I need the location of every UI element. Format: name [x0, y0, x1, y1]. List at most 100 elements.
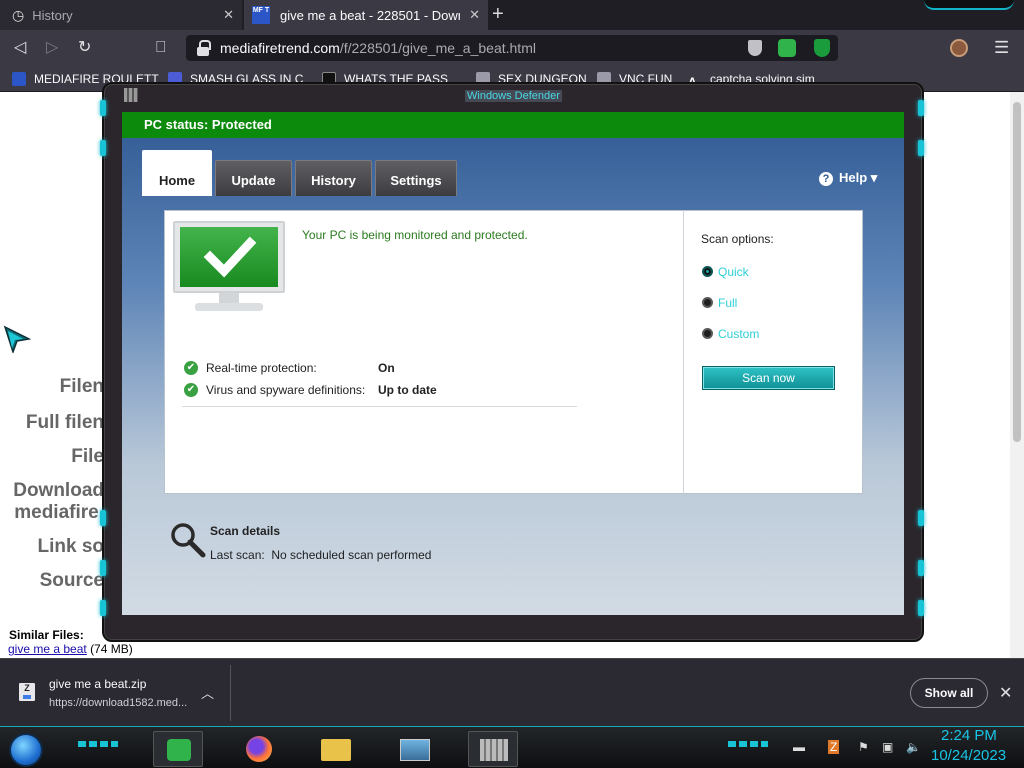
- help-icon: ?: [819, 172, 833, 186]
- tray-app-icon[interactable]: Z: [828, 740, 840, 754]
- tab-active[interactable]: MF T give me a beat - 228501 - Download …: [244, 0, 488, 30]
- tray-network-icon[interactable]: ▬: [793, 740, 805, 754]
- last-scan-value: No scheduled scan performed: [271, 548, 432, 562]
- green-extension-icon[interactable]: [778, 39, 796, 57]
- last-scan: Last scan: No scheduled scan performed: [210, 548, 432, 562]
- scan-options-title: Scan options:: [701, 232, 774, 246]
- tab-home[interactable]: Home: [142, 150, 212, 196]
- taskbar-explorer-icon[interactable]: [312, 731, 362, 767]
- page-label: Link so: [37, 536, 104, 557]
- frame-decoration: [918, 100, 924, 116]
- status-panel: Your PC is being monitored and protected…: [164, 210, 684, 494]
- tab-history[interactable]: History: [295, 160, 372, 196]
- privacy-extension-icon[interactable]: [748, 40, 762, 56]
- scan-now-button[interactable]: Scan now: [702, 366, 835, 390]
- tab-settings[interactable]: Settings: [375, 160, 457, 196]
- tab-history[interactable]: ◷ History ✕: [0, 0, 242, 30]
- url-text: mediafiretrend.com/f/228501/give_me_a_be…: [220, 40, 536, 56]
- radio-icon: [702, 266, 713, 277]
- definitions-value: Up to date: [378, 383, 437, 397]
- scan-details-title: Scan details: [210, 524, 281, 538]
- nav-bar: ◁ ▷ ↻ ⎕ mediafiretrend.com/f/228501/give…: [0, 30, 1024, 66]
- page-label: Source: [39, 570, 104, 591]
- chevron-up-icon[interactable]: ︿: [201, 683, 214, 702]
- checkmark-icon: [203, 236, 257, 278]
- close-tab-icon[interactable]: ✕: [223, 7, 234, 23]
- scan-option-quick[interactable]: Quick: [702, 265, 749, 279]
- radio-icon: [702, 297, 713, 308]
- scrollbar-thumb[interactable]: [1013, 102, 1021, 442]
- page-label: Download: [13, 480, 104, 501]
- tray-monitor-icon[interactable]: ▣: [882, 740, 893, 754]
- similar-files-title: Similar Files:: [9, 628, 84, 642]
- frame-decoration: [918, 140, 924, 156]
- new-tab-button[interactable]: +: [492, 4, 504, 24]
- tray-volume-icon[interactable]: 🔈: [906, 740, 921, 754]
- close-tab-icon[interactable]: ✕: [469, 7, 480, 23]
- defender-client-area: PC status: Protected Home Update History…: [122, 112, 904, 615]
- taskbar-decoration: [78, 741, 118, 747]
- frame-decoration: [100, 510, 106, 526]
- page-label: Filen: [59, 376, 104, 397]
- frame-decoration: [918, 510, 924, 526]
- address-bar[interactable]: mediafiretrend.com/f/228501/give_me_a_be…: [186, 35, 838, 61]
- bookmark-icon[interactable]: ⎕: [156, 39, 166, 57]
- taskbar-photos-icon[interactable]: [390, 731, 440, 767]
- similar-file-link[interactable]: give me a beat: [8, 642, 87, 656]
- scan-option-custom[interactable]: Custom: [702, 327, 759, 341]
- taskbar-defender-icon[interactable]: [468, 731, 518, 767]
- frame-decoration: [100, 560, 106, 576]
- tab-label: give me a beat - 228501 - Download: [280, 7, 460, 23]
- frame-decoration: [918, 560, 924, 576]
- start-button[interactable]: [9, 733, 43, 767]
- similar-file-item: give me a beat (74 MB): [8, 642, 133, 656]
- status-message: Your PC is being monitored and protected…: [302, 228, 528, 242]
- taskbar: ▬ Z ⚑ ▣ 🔈: [0, 726, 1024, 768]
- taskbar-firefox-icon[interactable]: [235, 731, 285, 767]
- mediafire-favicon: MF T: [252, 6, 270, 24]
- show-all-button[interactable]: Show all: [910, 678, 988, 708]
- scan-option-full[interactable]: Full: [702, 296, 737, 310]
- tab-update[interactable]: Update: [215, 160, 292, 196]
- check-circle-icon: ✔: [184, 383, 198, 397]
- menu-icon[interactable]: ☰: [994, 38, 1009, 58]
- cursor-icon: [3, 325, 31, 353]
- mediafire-icon: [12, 72, 26, 86]
- forward-icon[interactable]: ▷: [46, 39, 58, 57]
- taskbar-spotify-icon[interactable]: [153, 731, 203, 767]
- download-filename[interactable]: give me a beat.zip: [49, 677, 146, 691]
- magnifier-icon: [171, 523, 206, 558]
- zip-file-icon: Z: [19, 683, 35, 701]
- protected-monitor-icon: [173, 221, 285, 333]
- download-bar: Z give me a beat.zip https://download158…: [0, 658, 1024, 726]
- scan-options-panel: Scan options: Quick Full Custom Scan now: [683, 210, 863, 494]
- divider: [230, 665, 231, 721]
- window-decoration: [924, 0, 1014, 10]
- taskbar-decoration: [728, 741, 768, 747]
- profile-avatar[interactable]: [950, 39, 968, 57]
- back-icon[interactable]: ◁: [14, 39, 26, 57]
- tray-flag-icon[interactable]: ⚑: [858, 740, 869, 754]
- clock-date[interactable]: 10/24/2023: [931, 747, 1006, 764]
- page-label: mediafire.: [14, 502, 104, 523]
- clock-time[interactable]: 2:24 PM: [941, 727, 997, 744]
- frame-decoration: [918, 600, 924, 616]
- close-icon[interactable]: ✕: [999, 683, 1012, 703]
- shield-extension-icon[interactable]: [814, 39, 830, 57]
- realtime-protection-value: On: [378, 361, 395, 375]
- page-label: Full filen: [25, 412, 104, 433]
- chevron-down-icon: ▾: [870, 170, 878, 185]
- frame-decoration: [100, 600, 106, 616]
- reload-icon[interactable]: ↻: [78, 39, 91, 57]
- divider: [182, 406, 577, 407]
- frame-decoration: [100, 100, 106, 116]
- tab-label: History: [32, 7, 73, 23]
- page-label: File: [71, 446, 104, 467]
- help-button[interactable]: ? Help ▾: [819, 170, 877, 186]
- page-scrollbar[interactable]: [1010, 92, 1024, 658]
- lock-icon: [196, 39, 211, 57]
- window-title: Windows Defender: [465, 90, 562, 102]
- pc-status-bar: PC status: Protected: [122, 112, 904, 138]
- history-icon: ◷: [12, 6, 25, 23]
- tab-bar: ◷ History ✕ MF T give me a beat - 228501…: [0, 0, 1024, 30]
